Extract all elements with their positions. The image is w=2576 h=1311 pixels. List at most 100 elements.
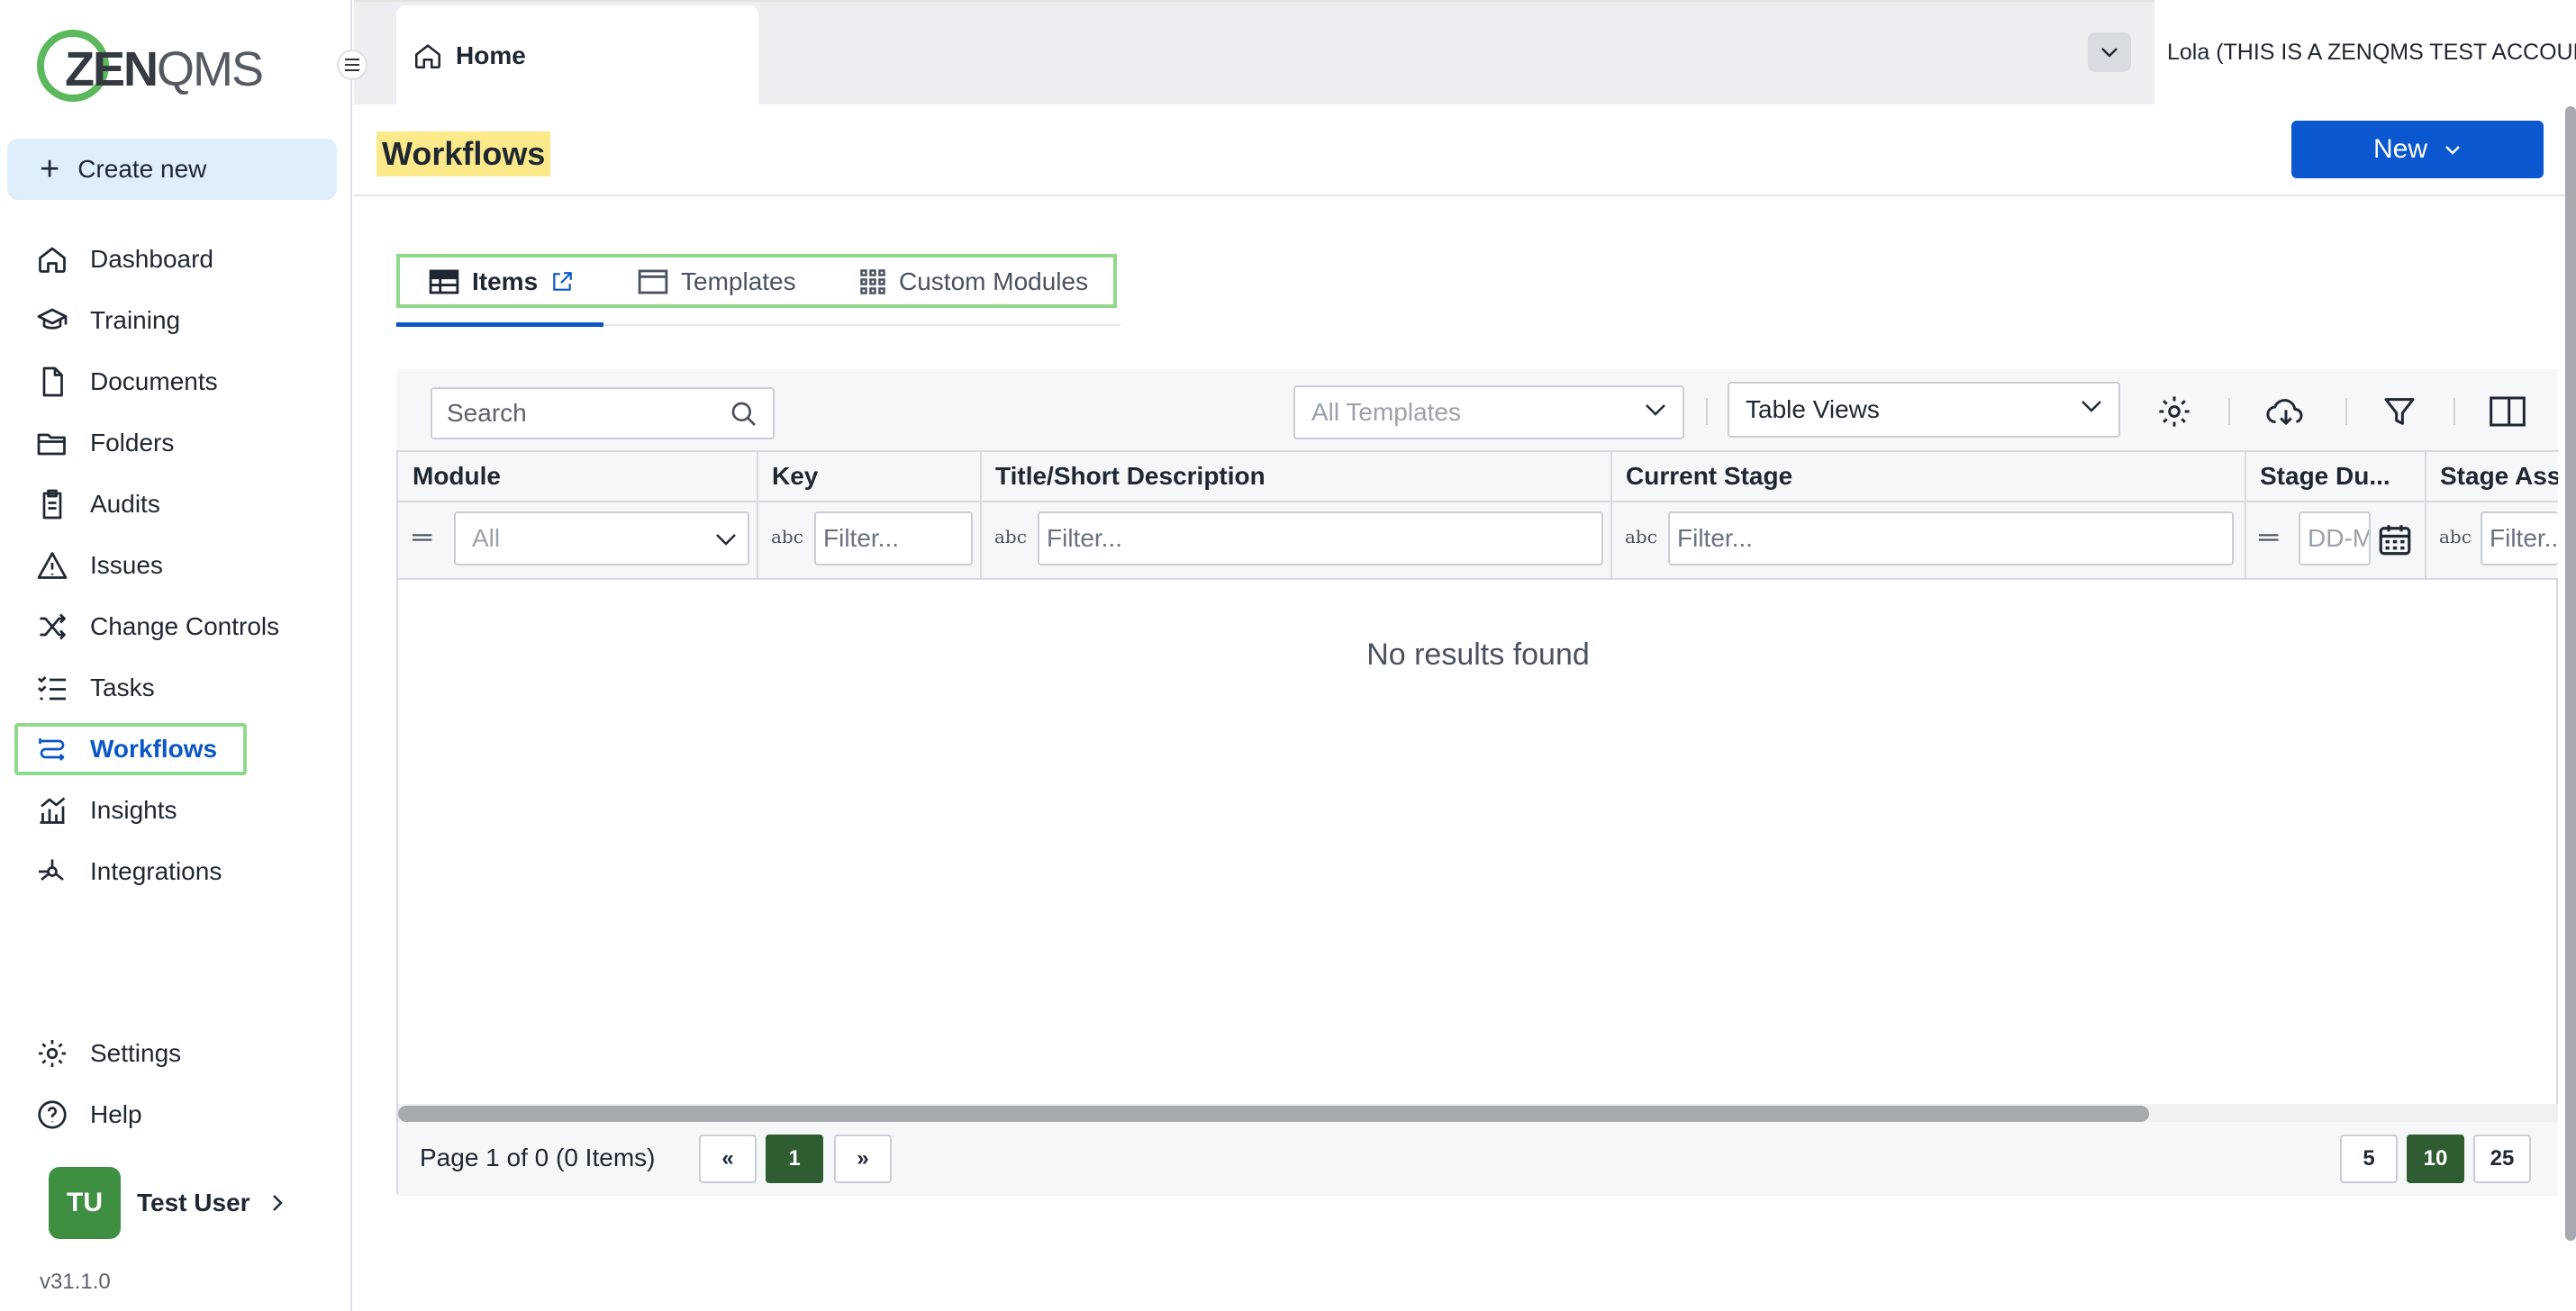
avatar: TU	[49, 1167, 121, 1239]
table-views-value: Table Views	[1746, 395, 1880, 423]
sidebar-item-training[interactable]: Training	[34, 297, 180, 344]
sidebar-item-label: Dashboard	[90, 245, 213, 273]
sidebar-item-tasks[interactable]: Tasks	[34, 665, 155, 711]
sidebar-item-label: Workflows	[90, 735, 218, 763]
window-icon	[638, 268, 668, 295]
text-filter-operator-icon[interactable]: abc	[1625, 526, 1657, 547]
tab-home-label: Home	[456, 41, 526, 69]
tabs-dropdown-button[interactable]	[2088, 32, 2131, 72]
zenqms-logo[interactable]: ZENQMS	[34, 27, 264, 104]
column-chooser-button[interactable]	[2486, 390, 2529, 433]
module-filter-dropdown[interactable]: All	[454, 511, 749, 565]
title-filter-input[interactable]: Filter...	[1038, 511, 1603, 565]
home-icon	[34, 241, 70, 277]
sidebar-item-label: Tasks	[90, 674, 155, 701]
folder-icon	[34, 425, 70, 461]
sidebar-item-audits[interactable]: Audits	[34, 481, 160, 528]
key-filter-input[interactable]: Filter...	[814, 511, 973, 565]
column-header-stage-assignee[interactable]: Stage Assi	[2426, 452, 2558, 502]
create-new-label: Create new	[77, 155, 207, 183]
sidebar-item-folders[interactable]: Folders	[34, 420, 174, 466]
next-page-button[interactable]: »	[834, 1135, 892, 1183]
collapse-sidebar-button[interactable]	[337, 50, 367, 80]
column-header-module[interactable]: Module	[398, 452, 757, 502]
create-new-button[interactable]: + Create new	[7, 139, 337, 200]
chevron-down-icon	[2445, 146, 2460, 155]
empty-state-message: No results found	[1366, 637, 1590, 672]
gear-icon	[2159, 396, 2190, 427]
text-filter-operator-icon[interactable]: abc	[771, 526, 803, 547]
logo-text-bold: ZEN	[65, 42, 159, 96]
vertical-scrollbar[interactable]	[2565, 106, 2576, 1241]
sidebar-item-label: Audits	[90, 490, 160, 518]
filter-button[interactable]	[2378, 390, 2421, 433]
column-separator[interactable]	[757, 452, 758, 580]
stage-due-date-input[interactable]: DD-M	[2299, 511, 2371, 565]
column-header-key[interactable]: Key	[757, 452, 981, 502]
tab-items[interactable]: Items	[429, 259, 574, 304]
tab-custom-modules[interactable]: Custom Modules	[859, 259, 1088, 304]
calendar-icon[interactable]	[2376, 520, 2414, 558]
document-icon	[34, 364, 70, 400]
sidebar-item-issues[interactable]: Issues	[34, 542, 163, 589]
sidebar-item-integrations[interactable]: Integrations	[34, 848, 222, 895]
clipboard-icon	[34, 486, 70, 522]
sidebar-item-workflows[interactable]: Workflows	[34, 726, 217, 773]
cloud-download-icon	[2266, 399, 2303, 425]
logo-text-light: QMS	[157, 42, 264, 96]
sidebar-item-documents[interactable]: Documents	[34, 358, 218, 405]
chart-icon	[34, 792, 70, 828]
sidebar-item-label: Documents	[90, 367, 218, 395]
current-stage-filter-input[interactable]: Filter...	[1668, 511, 2234, 565]
column-separator[interactable]	[1610, 452, 1612, 580]
sidebar-item-label: Insights	[90, 796, 177, 824]
page-size-10-button[interactable]: 10	[2407, 1135, 2464, 1183]
equals-operator-icon[interactable]: ═	[413, 524, 431, 551]
equals-operator-icon[interactable]: ═	[2259, 524, 2278, 551]
tab-templates[interactable]: Templates	[638, 259, 796, 304]
page-size-25-button[interactable]: 25	[2473, 1135, 2531, 1183]
sidebar-item-label: Issues	[90, 551, 163, 579]
tab-custom-modules-label: Custom Modules	[899, 267, 1089, 295]
sidebar-item-settings[interactable]: Settings	[34, 1030, 181, 1077]
warning-icon	[34, 547, 70, 583]
horizontal-scrollbar-thumb[interactable]	[398, 1106, 2149, 1122]
sidebar-item-dashboard[interactable]: Dashboard	[34, 236, 213, 283]
column-separator[interactable]	[980, 452, 982, 580]
columns-icon	[2490, 396, 2526, 427]
column-header-title[interactable]: Title/Short Description	[981, 452, 1611, 502]
tab-home[interactable]: Home	[396, 5, 758, 106]
tab-items-label: Items	[472, 267, 539, 295]
page-size-5-button[interactable]: 5	[2340, 1135, 2398, 1183]
menu-icon	[345, 59, 359, 71]
page-info: Page 1 of 0 (0 Items)	[420, 1144, 656, 1171]
column-header-stage-due[interactable]: Stage Du...	[2245, 452, 2426, 502]
new-button[interactable]: New	[2291, 121, 2544, 178]
table-views-dropdown[interactable]: Table Views	[1728, 382, 2120, 438]
text-filter-operator-icon[interactable]: abc	[2439, 526, 2472, 547]
first-page-button[interactable]: «	[699, 1135, 757, 1183]
header-divider	[354, 194, 2576, 196]
sidebar-item-help[interactable]: Help	[34, 1091, 142, 1138]
column-separator[interactable]	[2425, 452, 2426, 580]
chevron-right-icon	[272, 1195, 283, 1211]
user-menu[interactable]: TU Test User	[49, 1167, 285, 1239]
module-filter-value: All	[472, 524, 501, 552]
page-1-button[interactable]: 1	[766, 1135, 823, 1183]
text-filter-operator-icon[interactable]: abc	[994, 526, 1027, 547]
column-separator[interactable]	[2245, 452, 2246, 580]
external-link-icon[interactable]	[550, 270, 574, 294]
download-button[interactable]	[2264, 390, 2308, 433]
grid-icon	[859, 268, 886, 295]
search-input[interactable]: Search	[431, 387, 775, 439]
templates-filter-dropdown[interactable]: All Templates	[1293, 385, 1684, 439]
sidebar-item-label: Folders	[90, 429, 175, 457]
search-icon[interactable]	[730, 400, 758, 429]
toolbar-separator	[2228, 398, 2230, 425]
grid-settings-button[interactable]	[2153, 390, 2196, 433]
sidebar-item-insights[interactable]: Insights	[34, 787, 177, 834]
stage-assignee-filter-input[interactable]: Filter...	[2481, 511, 2558, 565]
account-name[interactable]: Lola (THIS IS A ZENQMS TEST ACCOUNT)	[2154, 0, 2576, 104]
sidebar-item-change-controls[interactable]: Change Controls	[34, 603, 279, 650]
column-header-current-stage[interactable]: Current Stage	[1611, 452, 2245, 502]
